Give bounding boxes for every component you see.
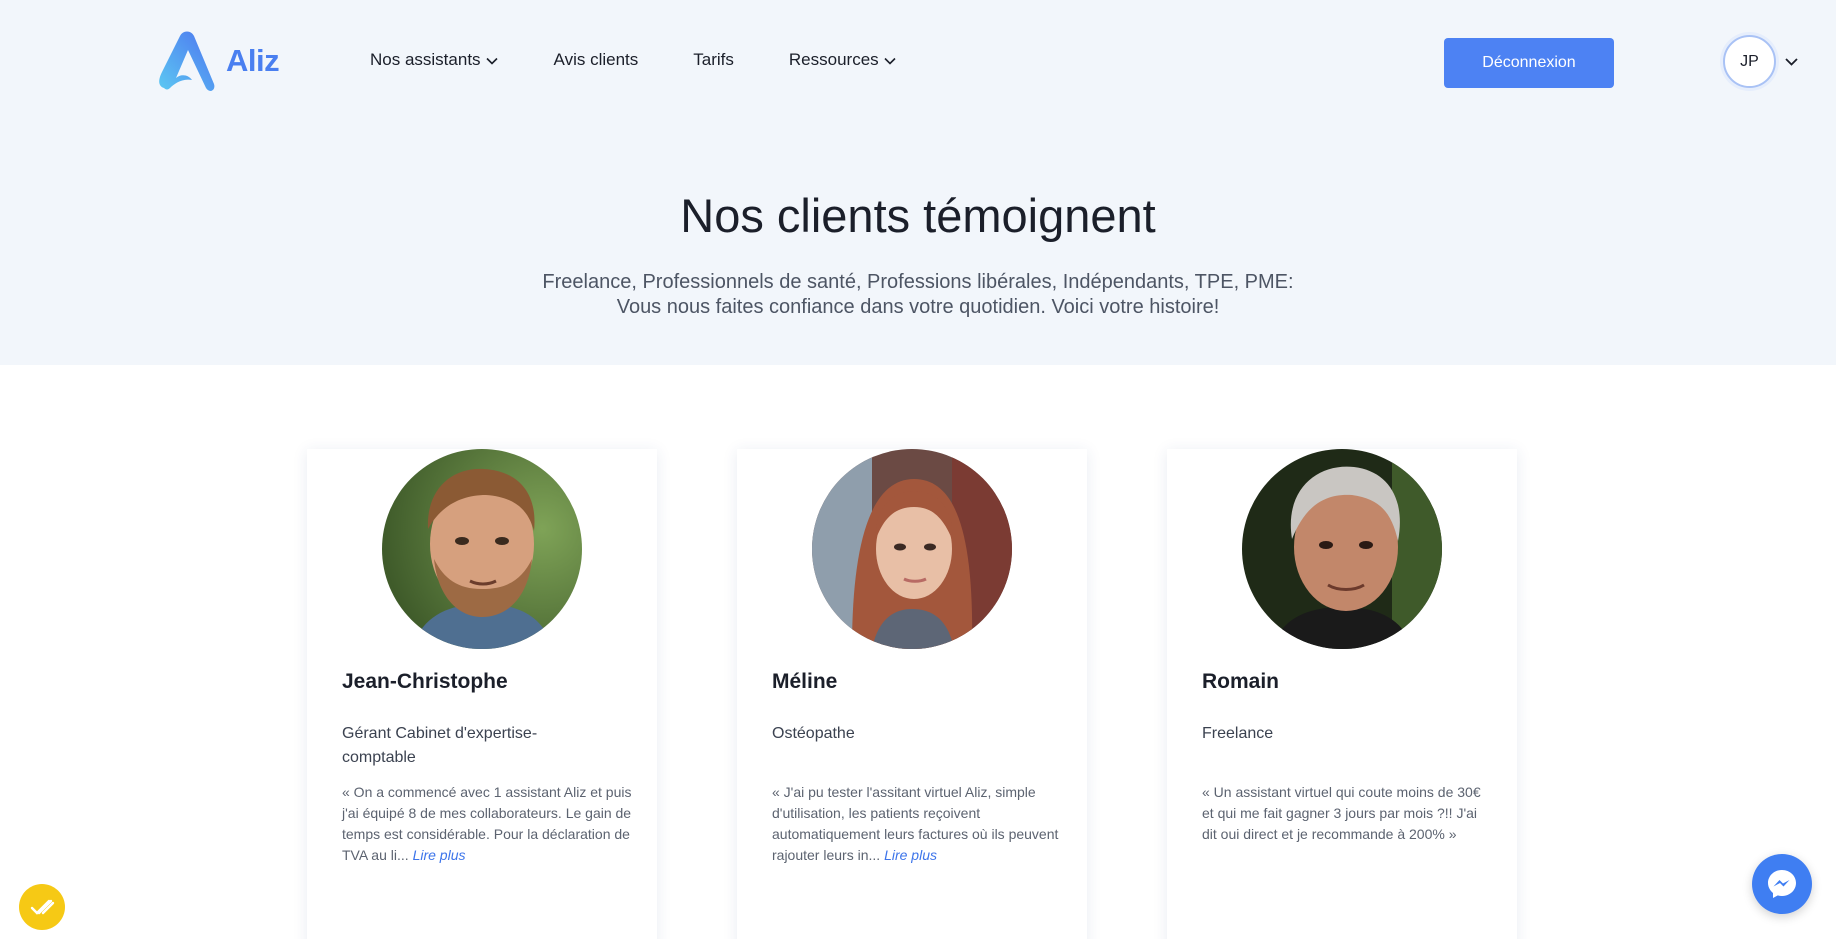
quote-text: « On a commencé avec 1 assistant Aliz et… — [342, 784, 632, 863]
chevron-down-icon — [883, 53, 897, 67]
account-menu-chevron-icon[interactable] — [1784, 54, 1799, 69]
nav-item-nos-assistants[interactable]: Nos assistants — [370, 50, 499, 70]
read-more-link[interactable]: Lire plus — [884, 847, 937, 863]
nav-item-label: Tarifs — [693, 50, 734, 69]
subtitle-line-1: Freelance, Professionnels de santé, Prof… — [542, 271, 1294, 293]
testimonial-card: Romain Freelance « Un assistant virtuel … — [1167, 449, 1517, 939]
nav-item-avis-clients[interactable]: Avis clients — [554, 50, 639, 70]
client-name: Jean-Christophe — [342, 670, 508, 693]
nav-item-ressources[interactable]: Ressources — [789, 50, 897, 70]
cookie-consent-icon[interactable] — [19, 884, 65, 930]
client-photo — [1242, 449, 1442, 649]
brand-logo[interactable]: Aliz — [156, 28, 280, 94]
brand-name: Aliz — [226, 43, 280, 78]
nav-item-label: Nos assistants — [370, 50, 481, 69]
client-role: Freelance — [1202, 725, 1274, 742]
quote-text: « Un assistant virtuel qui coute moins d… — [1202, 784, 1481, 842]
aliz-logo-icon — [159, 31, 215, 91]
page-title: Nos clients témoignent — [680, 189, 1156, 242]
read-more-link[interactable]: Lire plus — [413, 847, 466, 863]
nav-item-label: Avis clients — [553, 50, 639, 69]
nav-item-label: Ressources — [788, 50, 879, 69]
client-name: Romain — [1202, 670, 1280, 693]
logout-button[interactable]: Déconnexion — [1444, 38, 1614, 88]
main-nav: Nos assistants Avis clients Tarifs Resso… — [370, 50, 897, 70]
client-quote: « J'ai pu tester l'assitant virtuel Aliz… — [772, 782, 1062, 866]
client-quote: « On a commencé avec 1 assistant Aliz et… — [342, 782, 632, 866]
user-avatar[interactable]: JP — [1723, 35, 1776, 88]
testimonial-card: Méline Ostéopathe « J'ai pu tester l'ass… — [737, 449, 1087, 939]
messenger-icon[interactable] — [1752, 854, 1812, 914]
chevron-down-icon — [485, 53, 499, 67]
subtitle-line-2: Vous nous faites confiance dans votre qu… — [616, 296, 1220, 318]
page-subtitle: Freelance, Professionnels de santé, Prof… — [0, 270, 1836, 320]
avatar-initials: JP — [1740, 52, 1759, 70]
client-name: Méline — [772, 670, 838, 693]
client-photo — [812, 449, 1012, 649]
client-role: Gérant Cabinet d'expertise-comptable — [342, 725, 538, 766]
nav-item-tarifs[interactable]: Tarifs — [693, 50, 734, 70]
client-role: Ostéopathe — [772, 725, 855, 742]
client-photo — [382, 449, 582, 649]
client-quote: « Un assistant virtuel qui coute moins d… — [1202, 782, 1492, 845]
testimonial-card: Jean-Christophe Gérant Cabinet d'experti… — [307, 449, 657, 939]
